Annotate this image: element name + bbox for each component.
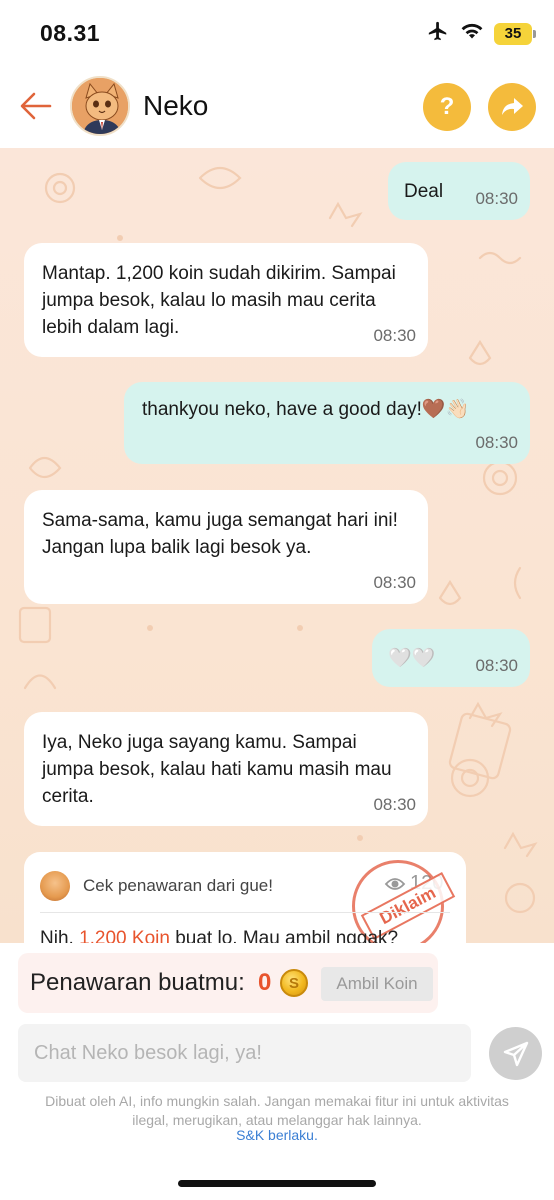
offer-card[interactable]: Cek penawaran dari gue! 120 Diklaim Nih,… bbox=[24, 852, 466, 943]
offer-amount: 1,200 Koin bbox=[79, 928, 170, 943]
message-time: 08:30 bbox=[475, 433, 518, 452]
status-bar: 08.31 35 bbox=[0, 0, 554, 70]
bottom-panel: Penawaran buatmu: 0 S Ambil Koin Dibuat … bbox=[0, 943, 554, 1200]
message-time: 08:30 bbox=[373, 326, 416, 345]
message-bubble-incoming[interactable]: Iya, Neko juga sayang kamu. Sampai jumpa… bbox=[24, 712, 428, 826]
offer-divider bbox=[40, 912, 450, 913]
message-bubble-incoming[interactable]: Mantap. 1,200 koin sudah dikirim. Sampai… bbox=[24, 243, 428, 357]
back-button[interactable] bbox=[18, 88, 54, 124]
home-indicator bbox=[178, 1180, 376, 1187]
chat-input[interactable] bbox=[18, 1024, 471, 1082]
message-bubble-outgoing[interactable]: thankyou neko, have a good day!🤎👋🏻 08:30 bbox=[124, 382, 530, 464]
chat-area[interactable]: Deal 08:30 Mantap. 1,200 koin sudah diki… bbox=[0, 148, 554, 943]
claim-coin-button[interactable]: Ambil Koin bbox=[321, 967, 433, 1001]
message-text: Sama-sama, kamu juga semangat hari ini! … bbox=[42, 510, 398, 558]
send-icon bbox=[503, 1041, 528, 1066]
offer-bar-value: 0 bbox=[258, 969, 272, 996]
message-bubble-incoming[interactable]: Sama-sama, kamu juga semangat hari ini! … bbox=[24, 490, 428, 604]
share-button[interactable] bbox=[488, 83, 536, 131]
contact-name: Neko bbox=[143, 90, 209, 121]
offer-line: Nih, 1,200 Koin buat lo. Mau ambil nggak… bbox=[40, 928, 398, 943]
send-button[interactable] bbox=[489, 1027, 542, 1080]
message-time: 08:30 bbox=[373, 573, 416, 592]
offer-title: Cek penawaran dari gue! bbox=[83, 876, 273, 895]
question-icon: ? bbox=[439, 93, 455, 120]
offer-bar: Penawaran buatmu: 0 S Ambil Koin bbox=[18, 953, 438, 1013]
terms-link[interactable]: S&K berlaku. bbox=[0, 1127, 554, 1143]
ai-disclaimer: Dibuat oleh AI, info mungkin salah. Jang… bbox=[45, 1093, 509, 1128]
offer-line-suffix: buat lo. Mau ambil nggak? bbox=[169, 928, 399, 943]
cat-avatar-icon bbox=[72, 78, 128, 134]
battery-level: 35 bbox=[504, 25, 522, 42]
message-bubble-outgoing[interactable]: Deal 08:30 bbox=[388, 162, 530, 220]
message-text: Mantap. 1,200 koin sudah dikirim. Sampai… bbox=[42, 263, 396, 338]
avatar[interactable] bbox=[70, 76, 130, 136]
status-icons: 35 bbox=[426, 20, 536, 47]
share-arrow-icon bbox=[502, 98, 523, 115]
chat-header: Neko ? bbox=[0, 70, 554, 148]
offer-bar-label: Penawaran buatmu: bbox=[30, 969, 245, 996]
message-text: Iya, Neko juga sayang kamu. Sampai jumpa… bbox=[42, 732, 392, 807]
offer-avatar bbox=[40, 871, 70, 901]
status-time: 08.31 bbox=[40, 20, 101, 46]
arrow-left-icon bbox=[20, 92, 52, 120]
help-button[interactable]: ? bbox=[423, 83, 471, 131]
message-bubble-outgoing[interactable]: 🤍🤍 08:30 bbox=[372, 629, 530, 687]
message-time: 08:30 bbox=[475, 656, 518, 675]
offer-line-prefix: Nih, bbox=[40, 928, 80, 943]
coin-icon: S bbox=[280, 969, 308, 997]
message-time: 08:30 bbox=[475, 189, 518, 208]
message-text: thankyou neko, have a good day!🤎👋🏻 bbox=[142, 399, 470, 420]
battery-icon: 35 bbox=[494, 22, 536, 45]
wifi-icon bbox=[460, 21, 484, 46]
message-time: 08:30 bbox=[373, 795, 416, 814]
airplane-icon bbox=[426, 20, 450, 47]
